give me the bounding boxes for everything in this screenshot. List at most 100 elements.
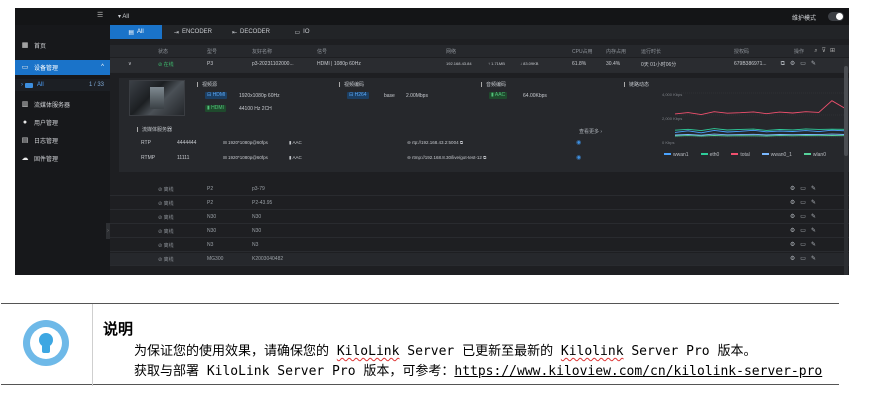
table-row[interactable]: ⊘ 离线 P2 p3-79 ⚙▭✎ — [110, 183, 849, 196]
settings-icon[interactable]: ⚙ — [790, 186, 800, 192]
table-scrollbar[interactable] — [844, 58, 848, 275]
series-line-eth0 — [674, 128, 846, 132]
tab-encoder[interactable]: ⇥ ENCODER — [166, 25, 220, 39]
audio-encoding-title: 音频编码 — [481, 81, 506, 88]
header-tools: ⌕⊽⊞ — [814, 47, 839, 55]
legend-item[interactable]: wwan1 — [664, 152, 695, 158]
legend-item[interactable]: eth0 — [700, 152, 726, 158]
chevron-down-icon[interactable]: ∨ — [128, 61, 132, 67]
tab-io[interactable]: ▭ IO — [282, 25, 322, 39]
tab-decoder[interactable]: ⇤ DECODER — [224, 25, 278, 39]
settings-icon[interactable]: ⚙ — [790, 200, 800, 206]
table-row[interactable]: ⊘ 离线 N3 N3 ⚙▭✎ — [110, 239, 849, 252]
settings-icon[interactable]: ⚙ — [790, 214, 800, 220]
sidebar-item-firmware[interactable]: ☁ 固件管理 — [15, 151, 110, 166]
column-model[interactable]: 型号 — [207, 48, 217, 55]
row-actions: ⚙▭✎ — [790, 227, 821, 234]
kilolink-server-pro-link[interactable]: https://www.kiloview.com/cn/kilolink-ser… — [454, 364, 822, 379]
edit-icon[interactable]: ✎ — [811, 242, 821, 248]
settings-icon[interactable]: ⚙ — [790, 242, 800, 248]
status-text: 离线 — [163, 215, 174, 221]
edit-icon[interactable]: ✎ — [811, 256, 821, 262]
folder-icon[interactable]: ▭ — [800, 186, 811, 192]
settings-icon[interactable]: ⚙ — [790, 61, 800, 67]
edit-icon[interactable]: ✎ — [811, 186, 821, 192]
edit-icon[interactable]: ✎ — [811, 228, 821, 234]
audio-codec-badge: ▮ AAC — [489, 92, 508, 99]
name-cell: p3-20231102000... — [252, 61, 294, 67]
filter-icon[interactable]: ⊽ — [822, 48, 830, 54]
table-row[interactable]: ⊘ 离线 N30 N30 ⚙▭✎ — [110, 211, 849, 224]
row-actions: ⚙▭✎ — [790, 255, 821, 262]
copy-icon[interactable]: ⧉ — [781, 61, 790, 67]
tab-label: DECODER — [240, 29, 271, 35]
chart-legend: wwan1 eth0 total wwan0_1 wlan0 — [664, 152, 838, 158]
sidebar-item-label: 固件管理 — [34, 157, 59, 163]
legend-label: wwan0_1 — [770, 152, 792, 158]
folder-icon[interactable]: ▭ — [800, 256, 811, 262]
folder-icon[interactable]: ▭ — [800, 214, 811, 220]
device-group-all[interactable]: › All 1 / 33 — [15, 79, 110, 91]
series-line-total — [674, 100, 846, 116]
folder-icon[interactable]: ▭ — [800, 200, 811, 206]
edit-icon[interactable]: ✎ — [811, 214, 821, 220]
folder-icon[interactable]: ▭ — [800, 242, 811, 248]
column-uptime[interactable]: 运行时长 — [641, 48, 661, 55]
legend-item[interactable]: total — [731, 152, 755, 158]
group-count: 1 / 33 — [88, 82, 104, 88]
menu-icon[interactable]: ☰ — [97, 12, 104, 19]
table-row[interactable]: ⊘ 离线 N30 N30 ⚙▭✎ — [110, 225, 849, 238]
legend-label: wwan1 — [673, 152, 689, 158]
stream-url-text: rtmp://192.168.8.30/live/got-test-12 — [412, 155, 482, 160]
video-preview[interactable] — [129, 80, 185, 116]
name-cell: P2-43.95 — [252, 200, 273, 206]
legend-label: wlan0 — [812, 152, 826, 158]
sidebar-item-streaming-servers[interactable]: ▥ 流媒体服务器 — [15, 97, 110, 112]
settings-icon[interactable]: ⚙ — [790, 256, 800, 262]
tab-all[interactable]: ▤ All — [110, 25, 162, 39]
model-cell: P2 — [207, 186, 214, 192]
folder-icon — [25, 82, 33, 88]
status-text: 离线 — [163, 243, 174, 249]
stream-status-icon[interactable]: ◉ — [576, 139, 581, 146]
name-cell: p3-79 — [252, 186, 265, 192]
video-input-type: HDMI — [212, 92, 226, 98]
edit-icon[interactable]: ✎ — [811, 61, 821, 67]
edit-icon[interactable]: ✎ — [811, 200, 821, 206]
legend-item[interactable]: wwan0_1 — [761, 152, 798, 158]
app-screenshot: ☰ ▾ All 维护模式 ▦ 首页 ▭ 设备管理 ^ › All 1 / 33 ▥ 流… — [15, 8, 849, 275]
column-memory[interactable]: 内存占用 — [606, 48, 626, 55]
encoder-icon: ⇥ — [173, 29, 179, 36]
view-more-link[interactable]: 查看更多 › — [579, 128, 602, 135]
stream-audio: ▮ AAC — [289, 140, 302, 145]
table-row[interactable]: ⊘ 离线 P2 P2-43.95 ⚙▭✎ — [110, 197, 849, 210]
settings-icon[interactable]: ⚙ — [790, 228, 800, 234]
folder-icon[interactable]: ▭ — [800, 61, 811, 67]
stream-status-icon[interactable]: ◉ — [576, 154, 581, 161]
column-status[interactable]: 状态 — [158, 48, 168, 55]
sidebar-item-devices[interactable]: ▭ 设备管理 ^ — [15, 60, 110, 75]
sidebar-item-home[interactable]: ▦ 首页 — [15, 38, 110, 53]
folder-icon[interactable]: ▭ — [800, 228, 811, 234]
sidebar-item-users[interactable]: ● 用户管理 — [15, 115, 110, 130]
search-icon[interactable]: ⌕ — [814, 48, 821, 54]
model-cell: N30 — [207, 228, 217, 234]
table-row-expanded[interactable]: ∨ ⊘ 在线 P3 p3-20231102000... HDMI | 1080p… — [110, 58, 849, 73]
column-cpu[interactable]: CPU占用 — [572, 48, 593, 55]
preview-frame — [150, 87, 164, 109]
sidebar-item-logs[interactable]: ▤ 日志管理 — [15, 133, 110, 148]
table-row[interactable]: ⊘ 离线 MG300 K2003040482 ⚙▭✎ — [110, 253, 849, 266]
video-bitrate: 2.00Mbps — [406, 93, 428, 99]
legend-item[interactable]: wlan0 — [803, 152, 832, 158]
maintenance-mode-toggle[interactable] — [828, 12, 844, 21]
column-name[interactable]: 友好名称 — [252, 48, 272, 55]
column-license[interactable]: 授权码 — [734, 48, 749, 55]
audio-codec: AAC — [494, 92, 506, 98]
memory-cell: 30.4% — [606, 61, 621, 67]
stream-url: ⊖ rtmp://192.168.8.30/live/got-test-12 ⧉ — [407, 155, 487, 160]
column-signal[interactable]: 信号 — [317, 48, 327, 55]
column-network[interactable]: 网络 — [446, 48, 456, 55]
columns-icon[interactable]: ⊞ — [830, 48, 839, 54]
tab-label: All — [137, 29, 144, 35]
lightbulb-base — [42, 346, 50, 353]
